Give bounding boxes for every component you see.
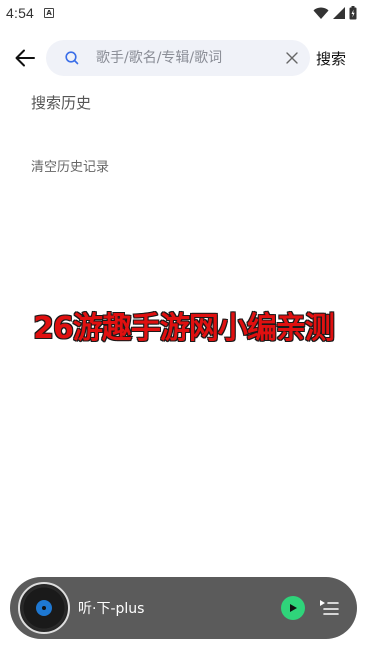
play-button[interactable] xyxy=(281,596,305,620)
search-header: 搜索 xyxy=(0,40,367,76)
album-disc-icon[interactable] xyxy=(18,582,70,634)
search-input[interactable] xyxy=(96,40,276,76)
cellular-signal-icon xyxy=(333,7,345,19)
search-box[interactable] xyxy=(46,40,310,76)
playlist-icon[interactable] xyxy=(319,598,339,616)
battery-icon xyxy=(349,6,357,20)
play-icon xyxy=(290,604,297,612)
arrow-left-icon xyxy=(15,49,35,67)
close-icon[interactable] xyxy=(284,50,300,66)
status-bar: 4:54 A xyxy=(0,0,367,26)
search-button[interactable]: 搜索 xyxy=(316,48,346,69)
mini-player[interactable]: 听·下-plus xyxy=(10,577,357,639)
status-right xyxy=(313,6,357,20)
search-history-title: 搜索历史 xyxy=(31,94,92,112)
wifi-icon xyxy=(313,7,329,19)
disc-hole xyxy=(42,606,46,610)
notification-a-icon: A xyxy=(44,8,55,18)
search-icon xyxy=(65,51,79,65)
clear-history-button[interactable]: 清空历史记录 xyxy=(31,156,109,175)
watermark-text: 26游趣手游网小编亲测 xyxy=(32,310,335,347)
now-playing-title[interactable]: 听·下-plus xyxy=(78,598,144,618)
status-time: 4:54 xyxy=(6,5,35,21)
status-left: 4:54 A xyxy=(6,5,55,21)
back-button[interactable] xyxy=(12,46,38,70)
